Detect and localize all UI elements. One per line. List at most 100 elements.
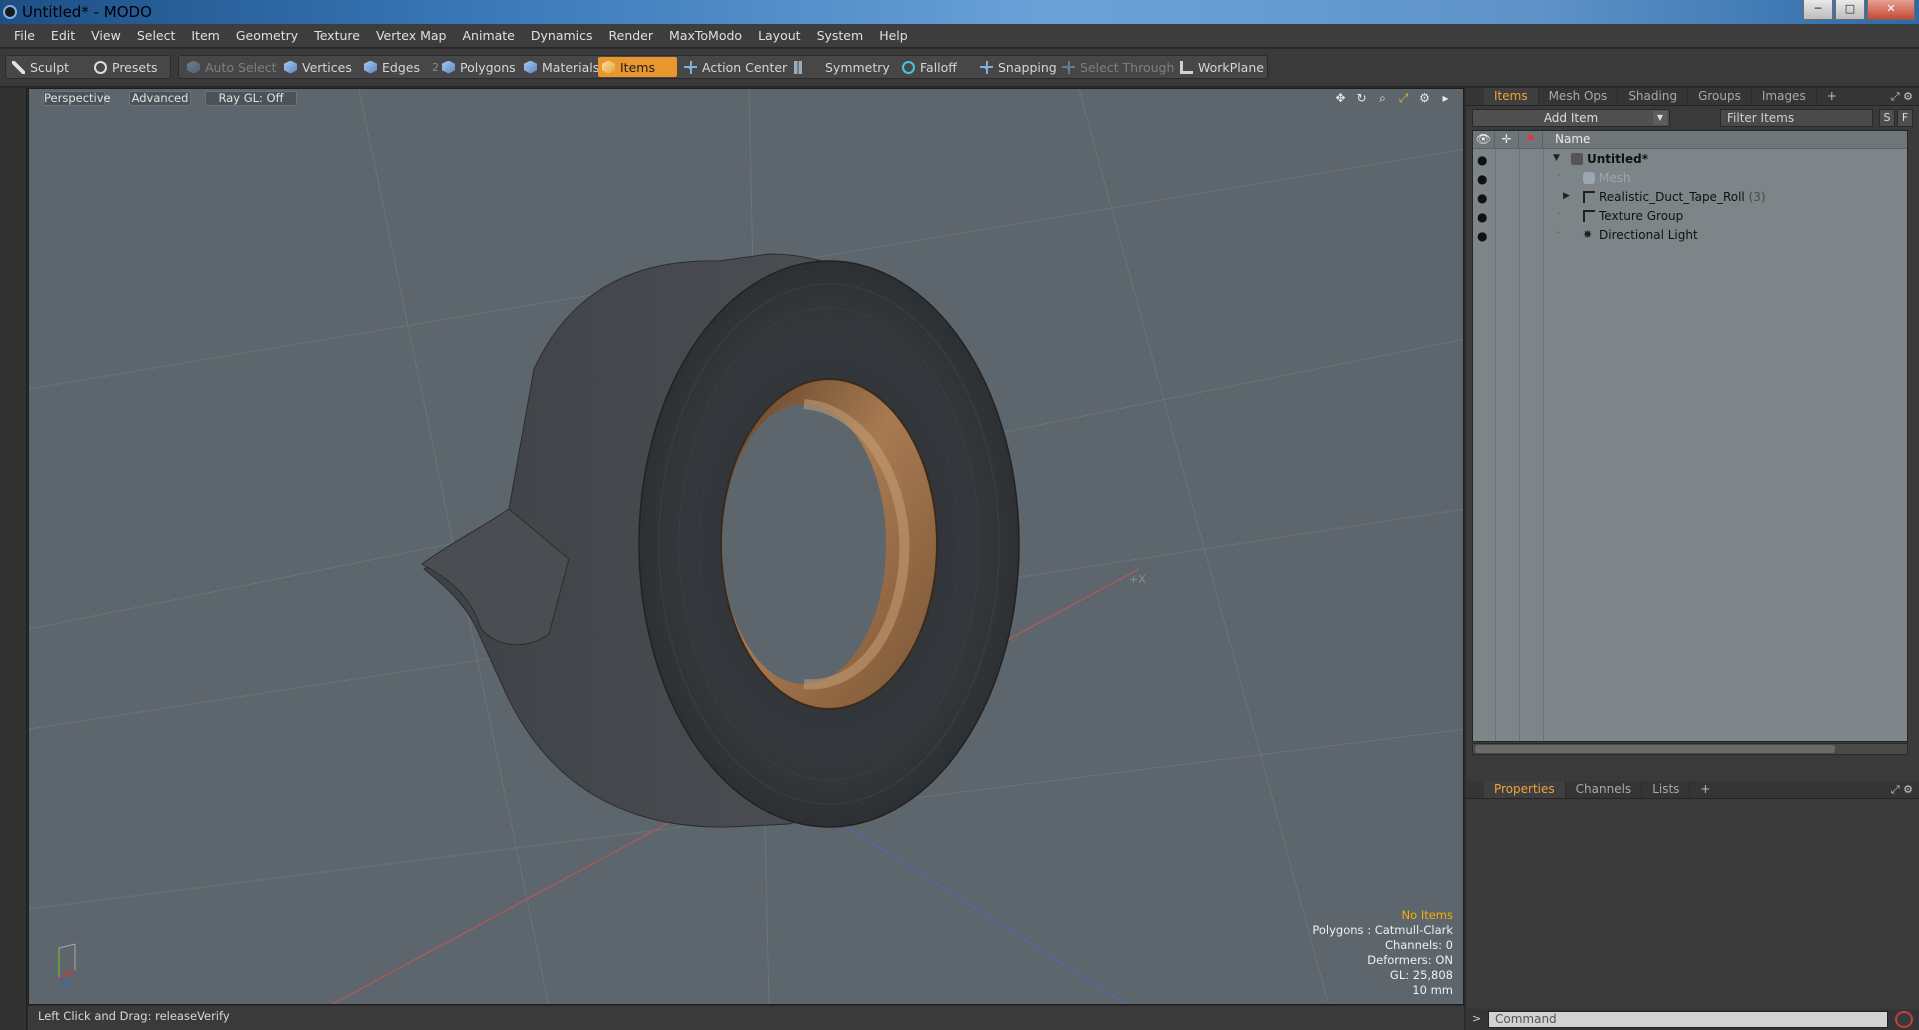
menu-edit[interactable]: Edit: [43, 28, 83, 43]
menu-view[interactable]: View: [83, 28, 129, 43]
zoom-icon[interactable]: ⌕: [1375, 91, 1390, 105]
deformers-info: Deformers: ON: [1367, 953, 1453, 967]
eye-icon[interactable]: ●: [1477, 210, 1491, 224]
minimize-button[interactable]: ─: [1803, 0, 1833, 20]
status-text: Left Click and Drag: releaseVerify: [38, 1009, 230, 1023]
eye-icon[interactable]: ●: [1477, 191, 1491, 205]
menu-geometry[interactable]: Geometry: [228, 28, 306, 43]
panel-options-icon[interactable]: ⤢ ⚙: [1891, 90, 1913, 104]
scrollbar-thumb[interactable]: [1475, 745, 1835, 753]
viewport-scene: +X: [29, 89, 1463, 1004]
auto-select-icon: [187, 60, 200, 74]
panel-options-icon[interactable]: ⤢ ⚙: [1891, 783, 1913, 797]
command-input[interactable]: Command: [1488, 1011, 1888, 1028]
add-item-button[interactable]: Add Item ▼: [1472, 109, 1670, 127]
tab-lists[interactable]: Lists: [1642, 781, 1691, 798]
menu-layout[interactable]: Layout: [750, 28, 809, 43]
add-tab-button[interactable]: +: [1817, 88, 1847, 105]
polygons-button[interactable]: Polygons: [438, 57, 516, 77]
falloff-button[interactable]: Falloff: [898, 57, 957, 77]
auto-select-button[interactable]: Auto Select: [183, 57, 277, 77]
tree-row-duct-tape[interactable]: ● ▶ Realistic_Duct_Tape_Roll (3): [1473, 188, 1907, 207]
action-center-button[interactable]: Action Center: [680, 57, 787, 77]
scale-info: 10 mm: [1412, 983, 1453, 997]
polygons-icon: [442, 60, 455, 74]
raygl-tab[interactable]: Ray GL: Off: [205, 91, 297, 106]
tab-properties[interactable]: Properties: [1484, 781, 1566, 798]
visibility-column-eye-icon[interactable]: 👁: [1473, 131, 1495, 149]
pan-icon[interactable]: ✥: [1333, 91, 1348, 105]
item-list-tree[interactable]: 👁 ✛ ⚑ Name ● ▼ Untitled* ● · Mesh ● ▶ Re…: [1472, 130, 1908, 742]
tab-mesh-ops[interactable]: Mesh Ops: [1539, 88, 1619, 105]
menu-system[interactable]: System: [809, 28, 872, 43]
menu-item[interactable]: Item: [183, 28, 227, 43]
axis-gizmo-icon: [58, 943, 76, 987]
sculpt-button[interactable]: Sculpt: [8, 57, 69, 77]
advanced-tab[interactable]: Advanced: [129, 91, 191, 106]
s-button[interactable]: S: [1879, 109, 1895, 127]
gear-icon[interactable]: ⚙: [1417, 91, 1432, 105]
maximize-button[interactable]: □: [1835, 0, 1865, 20]
menu-render[interactable]: Render: [601, 28, 662, 43]
tab-shading[interactable]: Shading: [1618, 88, 1689, 105]
items-button[interactable]: Items: [598, 57, 677, 77]
tab-groups[interactable]: Groups: [1688, 88, 1752, 105]
mesh-icon: [1583, 172, 1595, 184]
filter-items-input[interactable]: Filter Items: [1720, 109, 1873, 127]
viewport-nav-icons: ✥ ↻ ⌕ ⤢ ⚙ ▸: [1327, 91, 1453, 105]
modo-app-icon: [3, 5, 17, 19]
arrow-right-icon[interactable]: ▸: [1438, 91, 1453, 105]
tree-row-directional-light[interactable]: ● · ✸ Directional Light: [1473, 226, 1907, 245]
select-through-button[interactable]: Select Through: [1058, 57, 1174, 77]
tab-items[interactable]: Items: [1484, 88, 1539, 105]
workplane-button[interactable]: WorkPlane: [1176, 57, 1264, 77]
close-button[interactable]: ✕: [1867, 0, 1915, 20]
3d-viewport[interactable]: +X Perspective Advanced Ray GL: Off ✥ ↻ …: [28, 88, 1464, 1005]
child-count: (3): [1748, 190, 1766, 204]
tree-row-mesh[interactable]: ● · Mesh: [1473, 169, 1907, 188]
menu-maxtomodo[interactable]: MaxToModo: [661, 28, 750, 43]
name-column-header[interactable]: Name: [1543, 131, 1623, 149]
group-icon: [1583, 191, 1595, 203]
eye-icon[interactable]: ●: [1477, 153, 1491, 167]
menu-select[interactable]: Select: [129, 28, 184, 43]
presets-button[interactable]: Presets: [90, 57, 158, 77]
snapping-icon: [980, 60, 993, 74]
expand-arrow-icon[interactable]: ▶: [1563, 191, 1570, 201]
group-icon: [1583, 210, 1595, 222]
menu-animate[interactable]: Animate: [455, 28, 523, 43]
perspective-tab[interactable]: Perspective: [43, 91, 111, 106]
tree-row-texture-group[interactable]: ● · Texture Group: [1473, 207, 1907, 226]
light-icon: ✸: [1583, 228, 1593, 241]
menu-dynamics[interactable]: Dynamics: [523, 28, 601, 43]
menu-vertex-map[interactable]: Vertex Map: [368, 28, 455, 43]
menu-file[interactable]: File: [6, 28, 43, 43]
fit-icon[interactable]: ⤢: [1396, 91, 1411, 105]
chevron-down-icon[interactable]: ▼: [1653, 111, 1667, 125]
symmetry-button[interactable]: Symmetry: [790, 57, 890, 77]
edges-button[interactable]: Edges 2: [360, 57, 439, 77]
lock-column-icon[interactable]: ✛: [1495, 131, 1519, 149]
materials-button[interactable]: Materials: [520, 57, 599, 77]
rotate-icon[interactable]: ↻: [1354, 91, 1369, 105]
command-history-icon[interactable]: [1895, 1011, 1913, 1028]
eye-icon[interactable]: ●: [1477, 172, 1491, 186]
tab-images[interactable]: Images: [1752, 88, 1817, 105]
vertices-button[interactable]: Vertices: [280, 57, 352, 77]
menu-texture[interactable]: Texture: [306, 28, 368, 43]
symmetry-icon: [794, 60, 802, 74]
add-tab-button[interactable]: +: [1690, 781, 1720, 798]
snapping-button[interactable]: Snapping: [976, 57, 1057, 77]
tree-row-untitled[interactable]: ● ▼ Untitled*: [1473, 150, 1907, 169]
menu-help[interactable]: Help: [871, 28, 916, 43]
right-panel: Items Mesh Ops Shading Groups Images + ⤢…: [1466, 88, 1919, 1030]
tree-scrollbar[interactable]: [1472, 743, 1908, 755]
f-button[interactable]: F: [1897, 109, 1913, 127]
tab-channels[interactable]: Channels: [1566, 781, 1643, 798]
render-column-icon[interactable]: ⚑: [1519, 131, 1543, 149]
items-panel-tabs: Items Mesh Ops Shading Groups Images + ⤢…: [1466, 88, 1919, 106]
expand-arrow-icon[interactable]: ▼: [1553, 153, 1560, 163]
item-label: Untitled*: [1587, 152, 1648, 166]
command-prompt: >: [1472, 1012, 1482, 1025]
eye-icon[interactable]: ●: [1477, 229, 1491, 243]
